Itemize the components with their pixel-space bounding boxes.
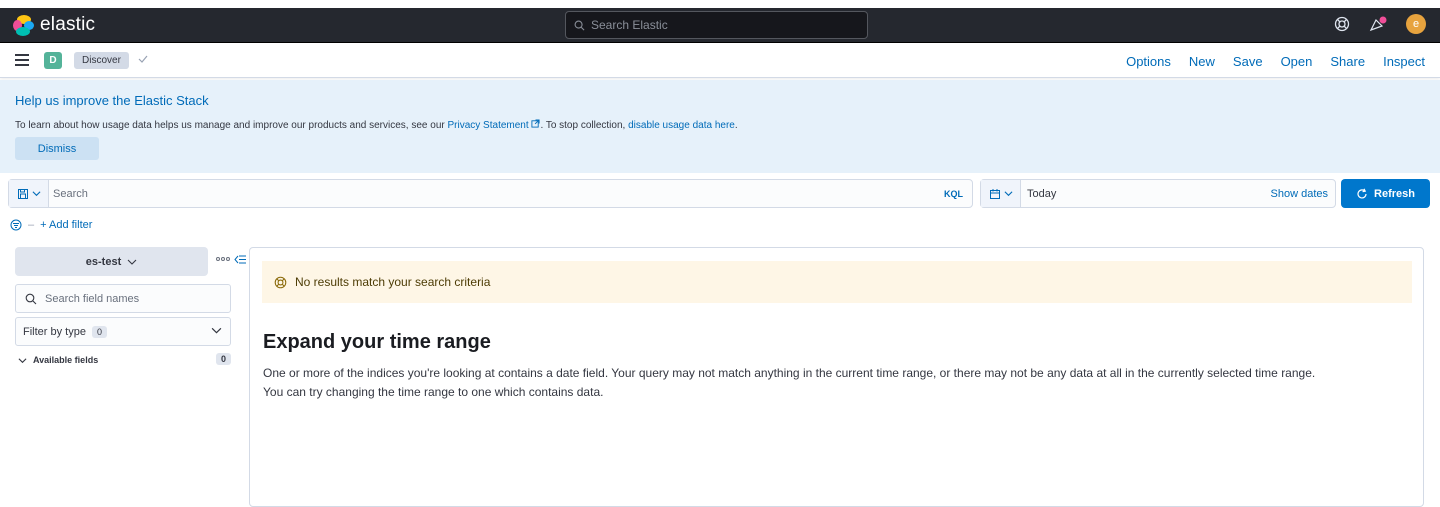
expand-text-line-1: One or more of the indices you're lookin… bbox=[263, 366, 1316, 380]
filter-options-icon[interactable] bbox=[10, 219, 22, 231]
refresh-icon bbox=[1357, 188, 1367, 198]
space-avatar[interactable]: D bbox=[44, 52, 62, 69]
no-results-callout: No results match your search criteria bbox=[262, 261, 1412, 303]
collapse-sidebar-icon[interactable] bbox=[234, 254, 247, 265]
newsfeed-icon[interactable] bbox=[1368, 15, 1388, 33]
expand-time-range-text: One or more of the indices you're lookin… bbox=[263, 364, 1413, 402]
menu-open[interactable]: Open bbox=[1281, 54, 1313, 69]
quick-select-button[interactable] bbox=[981, 180, 1021, 207]
query-input[interactable] bbox=[53, 184, 933, 204]
header-actions: e bbox=[1334, 14, 1426, 34]
available-count-badge: 0 bbox=[215, 353, 231, 365]
add-filter-button[interactable]: + Add filter bbox=[40, 219, 92, 231]
chevron-down-icon bbox=[211, 327, 222, 334]
filter-by-type-dropdown[interactable]: Filter by type 0 bbox=[15, 317, 231, 346]
field-search bbox=[15, 284, 231, 313]
filter-row: – + Add filter bbox=[10, 219, 92, 231]
menu-new[interactable]: New bbox=[1189, 54, 1215, 69]
callout-text-middle: . To stop collection, bbox=[540, 120, 629, 131]
date-range-label[interactable]: Today bbox=[1027, 188, 1056, 200]
privacy-statement-link[interactable]: Privacy Statement bbox=[447, 119, 541, 131]
filter-count-badge: 0 bbox=[91, 325, 107, 338]
saved-query-button[interactable] bbox=[9, 180, 49, 207]
query-bar: KQL bbox=[8, 179, 973, 208]
help-icon[interactable] bbox=[1334, 16, 1350, 32]
search-icon bbox=[25, 293, 37, 304]
disable-usage-link[interactable]: disable usage data here bbox=[628, 120, 735, 131]
chevron-down-icon bbox=[127, 259, 137, 265]
calendar-icon bbox=[989, 188, 1000, 199]
index-pattern-selector[interactable]: es-test bbox=[15, 247, 208, 276]
menu-options[interactable]: Options bbox=[1126, 54, 1171, 69]
save-icon bbox=[17, 188, 28, 199]
callout-title: Help us improve the Elastic Stack bbox=[15, 93, 209, 108]
chevron-down-icon bbox=[32, 191, 40, 197]
menu-inspect[interactable]: Inspect bbox=[1383, 54, 1425, 69]
kql-toggle[interactable]: KQL bbox=[939, 184, 968, 203]
privacy-link-text: Privacy Statement bbox=[447, 120, 529, 131]
check-icon bbox=[138, 55, 148, 63]
breadcrumb-discover[interactable]: Discover bbox=[74, 52, 129, 69]
menu-save[interactable]: Save bbox=[1233, 54, 1263, 69]
elastic-logo[interactable]: elastic bbox=[13, 14, 95, 36]
global-header: elastic e bbox=[0, 8, 1440, 43]
callout-text-before: To learn about how usage data helps us m… bbox=[15, 120, 448, 131]
index-pattern-name: es-test bbox=[85, 255, 122, 268]
search-icon bbox=[574, 20, 585, 30]
user-avatar[interactable]: e bbox=[1406, 14, 1426, 34]
chevron-down-icon bbox=[1004, 191, 1012, 197]
refresh-label: Refresh bbox=[1374, 187, 1415, 200]
no-results-message: No results match your search criteria bbox=[295, 275, 491, 289]
filter-by-type-label: Filter by type bbox=[23, 325, 86, 338]
results-panel: No results match your search criteria Ex… bbox=[249, 247, 1424, 507]
more-options-icon[interactable] bbox=[216, 256, 230, 262]
field-search-input[interactable] bbox=[45, 292, 225, 305]
callout-text: To learn about how usage data helps us m… bbox=[15, 119, 738, 131]
filter-divider: – bbox=[28, 219, 35, 231]
help-icon bbox=[274, 276, 287, 288]
available-fields-toggle[interactable]: Available fields 0 bbox=[18, 353, 231, 367]
elastic-logo-icon bbox=[13, 14, 34, 36]
available-fields-label: Available fields bbox=[33, 355, 99, 365]
menu-share[interactable]: Share bbox=[1330, 54, 1365, 69]
chevron-down-icon bbox=[18, 357, 27, 363]
global-search[interactable] bbox=[565, 11, 868, 39]
callout-text-after: . bbox=[734, 120, 738, 131]
top-nav-menu: Options New Save Open Share Inspect bbox=[1126, 54, 1425, 69]
expand-time-range-title: Expand your time range bbox=[263, 331, 491, 353]
menu-toggle-icon[interactable] bbox=[15, 54, 29, 66]
dismiss-button[interactable]: Dismiss bbox=[15, 137, 99, 160]
expand-text-line-2: You can try changing the time range to o… bbox=[263, 385, 604, 399]
logo-text: elastic bbox=[40, 14, 96, 35]
global-search-input[interactable] bbox=[591, 18, 851, 32]
show-dates-link[interactable]: Show dates bbox=[1271, 188, 1328, 200]
date-picker: Today Show dates bbox=[980, 179, 1336, 208]
app-bar: D Discover Options New Save Open Share I… bbox=[0, 43, 1440, 78]
telemetry-callout: Help us improve the Elastic Stack To lea… bbox=[0, 80, 1440, 173]
refresh-button[interactable]: Refresh bbox=[1341, 179, 1430, 208]
